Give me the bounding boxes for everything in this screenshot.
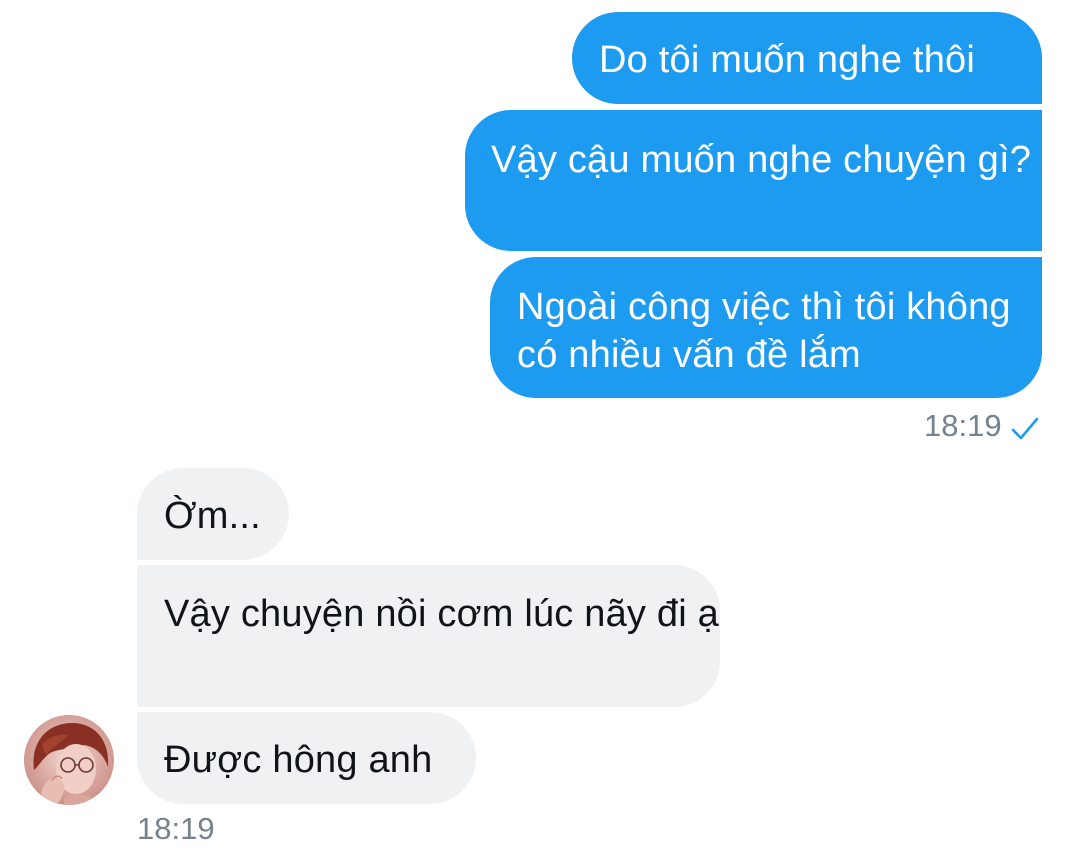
received-message-bubble[interactable]: Được hông anh [137,712,476,804]
received-timestamp: 18:19 [137,811,215,846]
sent-message-bubble[interactable]: Ngoài công việc thì tôi không có nhiều v… [490,257,1042,398]
message-text: Ờm... [164,495,261,537]
message-text: Ngoài công việc thì tôi không có nhiều v… [517,286,1011,376]
received-message-bubble[interactable]: Ờm... [137,468,289,560]
message-text: Vậy cậu muốn nghe chuyện gì? [491,139,1032,181]
checkmark-icon [1011,417,1039,440]
message-text: Do tôi muốn nghe thôi [599,39,975,81]
message-text: Vậy chuyện nồi cơm lúc nãy đi ạ [164,593,719,635]
received-message-bubble[interactable]: Vậy chuyện nồi cơm lúc nãy đi ạ [137,565,720,707]
message-text: Được hông anh [164,739,433,781]
sent-timestamp: 18:19 [924,408,1002,443]
sent-message-bubble[interactable]: Do tôi muốn nghe thôi [572,12,1042,104]
avatar-image [24,715,114,805]
contact-avatar[interactable] [24,715,114,805]
sent-message-bubble[interactable]: Vậy cậu muốn nghe chuyện gì? [465,110,1042,251]
